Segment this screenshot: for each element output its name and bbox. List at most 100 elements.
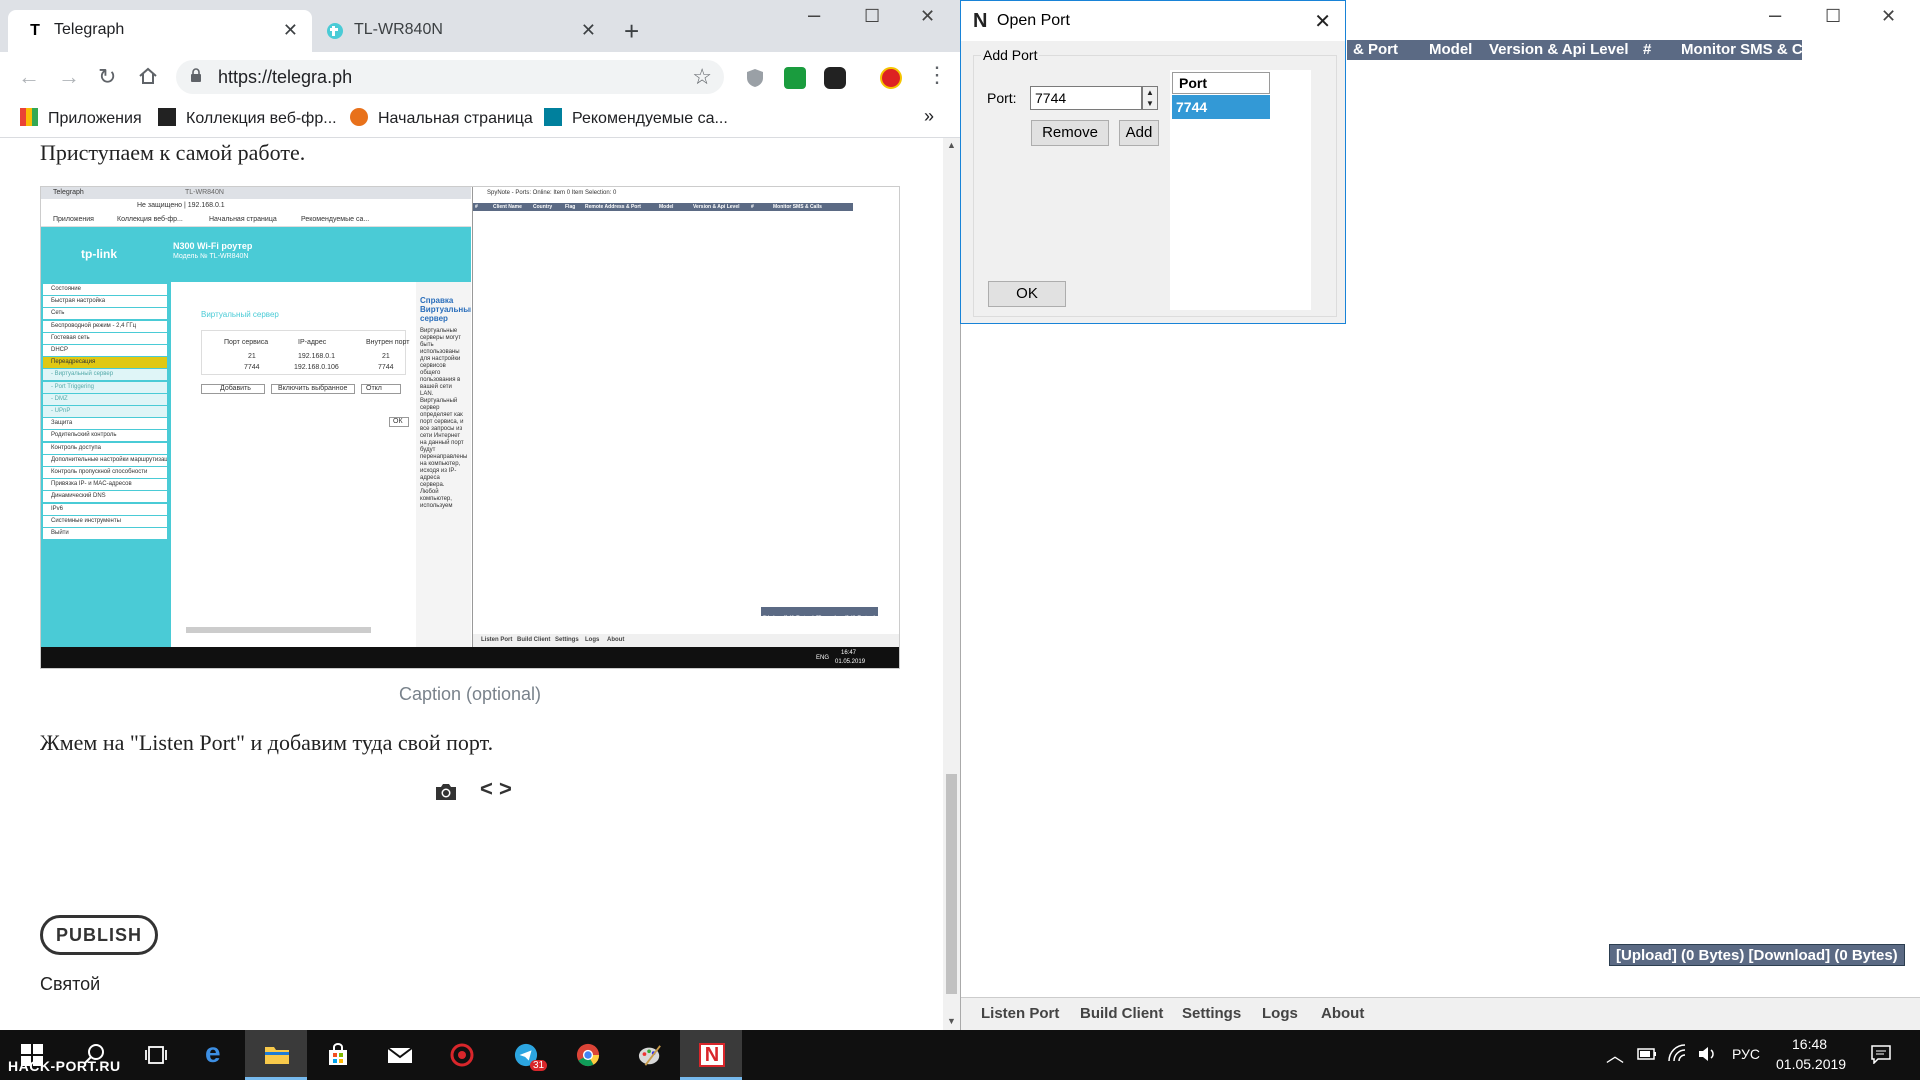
- spin-up-icon[interactable]: ▲: [1146, 88, 1154, 97]
- menu-kebab-icon[interactable]: ⋮: [926, 62, 948, 88]
- page-scrollbar[interactable]: ▲ ▼: [943, 138, 960, 1030]
- forward-icon[interactable]: →: [58, 64, 80, 90]
- close-dialog-icon[interactable]: ✕: [1314, 9, 1331, 34]
- scroll-up-icon[interactable]: ▲: [947, 140, 956, 150]
- table-cell: 21: [248, 353, 256, 360]
- maximize-icon[interactable]: ☐: [864, 6, 880, 27]
- listen-port-button[interactable]: Listen Port: [981, 1005, 1059, 1022]
- close-tab-icon[interactable]: ✕: [283, 20, 298, 41]
- logs-button[interactable]: Logs: [1262, 1005, 1298, 1022]
- mini-bottom-bar: Listen Port Build Client Settings Logs About: [473, 634, 899, 647]
- minimize-icon[interactable]: –: [808, 2, 820, 28]
- port-list[interactable]: Port 7744: [1170, 70, 1311, 310]
- port-label: Port:: [987, 90, 1017, 106]
- tab-title: TL-WR840N: [354, 21, 443, 38]
- superman-extension-icon[interactable]: [880, 67, 902, 89]
- bookmark-recommended[interactable]: Рекомендуемые са...: [544, 108, 728, 128]
- mini-tab: Telegraph: [53, 189, 84, 196]
- author-name[interactable]: Святой: [40, 974, 100, 995]
- column-model[interactable]: Model: [1423, 40, 1483, 60]
- green-extension-icon[interactable]: [784, 67, 806, 89]
- scrollbar-thumb[interactable]: [946, 774, 957, 994]
- home-icon[interactable]: [138, 66, 158, 86]
- add-button[interactable]: Add: [1119, 120, 1159, 146]
- taskbar-paint[interactable]: [618, 1030, 680, 1080]
- taskbar-store[interactable]: [306, 1030, 368, 1080]
- paragraph[interactable]: Жмем на "Listen Port" и добавим туда сво…: [40, 730, 493, 756]
- column-version-api[interactable]: Version & Api Level: [1483, 40, 1637, 60]
- close-window-icon[interactable]: ✕: [920, 6, 935, 27]
- column-monitor-sms[interactable]: Monitor SMS & Calls: [1675, 40, 1828, 60]
- windows-taskbar: e 31 N ︿ РУС 16:48 01.05.2019: [0, 1030, 1920, 1080]
- mini-url: Не защищено | 192.168.0.1: [137, 202, 225, 209]
- taskbar-edge[interactable]: e: [186, 1030, 248, 1080]
- volume-icon[interactable]: [1697, 1044, 1717, 1064]
- camera-icon[interactable]: [434, 782, 458, 802]
- port-input[interactable]: 7744: [1030, 86, 1142, 110]
- paragraph[interactable]: Приступаем к самой работе.: [40, 140, 305, 166]
- mini-bookmark: Приложения: [53, 216, 94, 223]
- bookmark-label: Начальная страница: [378, 110, 533, 127]
- column-remote-port[interactable]: & Port: [1347, 40, 1423, 60]
- port-list-header[interactable]: Port: [1172, 72, 1270, 94]
- browser-toolbar: ← → ↻ https://telegra.ph ☆ ⋮: [0, 52, 960, 102]
- port-list-item[interactable]: 7744: [1172, 95, 1270, 119]
- router-menu-item: Состояние: [43, 284, 167, 295]
- tampermonkey-extension-icon[interactable]: [824, 67, 846, 89]
- settings-button[interactable]: Settings: [1182, 1005, 1241, 1022]
- embedded-screenshot[interactable]: Telegraph TL-WR840N Не защищено | 192.16…: [40, 186, 900, 669]
- close-tab-icon[interactable]: ✕: [581, 20, 596, 41]
- tab-telegraph[interactable]: T Telegraph ✕: [8, 10, 312, 52]
- taskbar-chrome[interactable]: [556, 1030, 618, 1080]
- taskbar-telegram[interactable]: 31: [494, 1030, 556, 1080]
- bookmarks-overflow-icon[interactable]: »: [924, 106, 934, 127]
- embed-code-icon[interactable]: < >: [480, 776, 512, 802]
- taskbar-mail[interactable]: [368, 1030, 430, 1080]
- address-bar[interactable]: https://telegra.ph ☆: [176, 60, 724, 94]
- tray-chevron-icon[interactable]: ︿: [1606, 1042, 1624, 1068]
- bookmark-apps[interactable]: Приложения: [20, 108, 142, 128]
- help-title: Справка Виртуальный сервер: [420, 296, 471, 323]
- ok-button[interactable]: OK: [988, 281, 1066, 307]
- battery-icon[interactable]: [1637, 1048, 1657, 1060]
- wifi-icon[interactable]: [1667, 1043, 1687, 1063]
- mail-icon: [387, 1047, 413, 1063]
- shield-extension-icon[interactable]: [744, 67, 766, 89]
- reload-icon[interactable]: ↻: [98, 64, 116, 90]
- router-menu-item: Защита: [43, 418, 167, 430]
- port-spinner[interactable]: ▲ ▼: [1142, 86, 1158, 110]
- scroll-down-icon[interactable]: ▼: [947, 1016, 956, 1026]
- tab-strip: T Telegraph ✕ TL-WR840N ✕ + – ☐ ✕: [0, 0, 960, 52]
- router-menu-item: Контроль пропускной способности: [43, 467, 167, 478]
- clock-date[interactable]: 01.05.2019: [1776, 1056, 1846, 1072]
- clock-time[interactable]: 16:48: [1792, 1036, 1827, 1052]
- tab-tl-wr840n[interactable]: TL-WR840N ✕: [312, 10, 610, 52]
- minimize-icon[interactable]: –: [1769, 2, 1781, 28]
- remove-button[interactable]: Remove: [1031, 120, 1109, 146]
- taskbar-spynote[interactable]: N: [680, 1030, 742, 1080]
- back-icon[interactable]: ←: [18, 64, 40, 90]
- image-caption[interactable]: Caption (optional): [0, 684, 940, 705]
- router-menu-item: IPv6: [43, 503, 167, 515]
- about-button[interactable]: About: [1321, 1005, 1364, 1022]
- build-client-button[interactable]: Build Client: [1080, 1005, 1163, 1022]
- maximize-icon[interactable]: ☐: [1825, 6, 1841, 27]
- spin-down-icon[interactable]: ▼: [1146, 99, 1154, 108]
- publish-button[interactable]: PUBLISH: [40, 915, 158, 955]
- column-hash[interactable]: #: [1637, 40, 1675, 60]
- table-cell: 7744: [378, 364, 394, 371]
- task-view-button[interactable]: [124, 1030, 186, 1080]
- bookmark-start-page[interactable]: Начальная страница: [350, 108, 533, 128]
- button-label: Добавить: [220, 385, 251, 392]
- mini-columns: # Client Name Country Flag Remote Address & …: [473, 203, 853, 211]
- bookmark-star-icon[interactable]: ☆: [692, 64, 712, 90]
- taskbar-app-red[interactable]: [430, 1030, 492, 1080]
- bookmark-collection[interactable]: Коллекция веб-фр...: [158, 108, 337, 128]
- taskbar-explorer[interactable]: [245, 1030, 307, 1080]
- input-language[interactable]: РУС: [1732, 1046, 1760, 1062]
- bookmark-label: Коллекция веб-фр...: [186, 110, 337, 127]
- new-tab-icon[interactable]: +: [624, 16, 639, 47]
- mini-add-button: Добавить: [201, 384, 265, 394]
- close-window-icon[interactable]: ✕: [1881, 6, 1896, 27]
- notifications-icon[interactable]: [1870, 1044, 1892, 1064]
